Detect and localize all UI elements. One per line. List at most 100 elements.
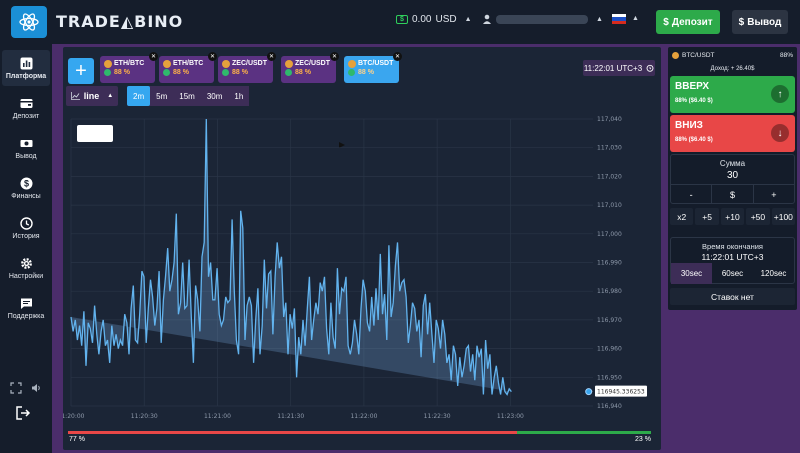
asset-tab-pct: 88 % — [173, 69, 189, 76]
sidebar-item-finance[interactable]: $ Финансы — [2, 170, 50, 206]
selected-asset-name: BTC/USDT — [682, 52, 715, 59]
balance-currency: USD — [435, 14, 457, 25]
asset-tab-pct: 88 % — [358, 69, 374, 76]
sound-icon[interactable] — [31, 383, 42, 393]
sidebar-item-label: Платформа — [5, 72, 47, 80]
asset-tab-pct: 88 % — [295, 69, 311, 76]
up-button[interactable]: ВВЕРХ 88% ($6.40 $) ↑ — [670, 76, 795, 113]
sidebar-item-settings[interactable]: Настройки — [2, 250, 50, 286]
timeframe-button[interactable]: 2m — [127, 86, 151, 106]
close-icon[interactable]: ✕ — [208, 52, 217, 61]
down-button[interactable]: ВНИЗ 88% ($6.40 $) ↓ — [670, 115, 795, 152]
timeframe-button[interactable]: 30m — [200, 86, 229, 106]
server-clock: 11:22:01 UTC+3 — [583, 60, 655, 76]
logo-icon[interactable] — [11, 6, 47, 38]
selected-asset-pct: 88% — [779, 52, 793, 59]
coin-icon — [348, 60, 356, 68]
expiry-box: Время окончания 11:22:01 UTC+3 30sec 60se… — [670, 237, 795, 284]
x-tick-label: 11:22:00 — [350, 413, 377, 420]
price-area — [71, 119, 512, 395]
sidebar-item-label: История — [12, 232, 40, 240]
balance-display[interactable]: $ 0.00 USD ▲ — [396, 14, 472, 25]
y-tick-label: 116,990 — [597, 260, 622, 267]
dollar-icon: $ — [20, 177, 32, 189]
expiry-tab[interactable]: 60sec — [712, 263, 753, 284]
asset-tab-name: ZEC/USDT — [295, 60, 330, 67]
fullscreen-icon[interactable] — [10, 382, 22, 394]
x-tick-label: 11:23:00 — [497, 413, 524, 420]
chart-type-select[interactable]: line ▲ — [66, 86, 118, 106]
arrow-up-icon: ↑ — [771, 85, 789, 103]
price-chart[interactable]: 117,040 117,030 117,020 117,010 117,000 116,9… — [63, 109, 661, 429]
sidebar-item-label: Настройки — [8, 272, 44, 280]
coin-icon — [285, 60, 293, 68]
y-tick-label: 116,950 — [597, 374, 622, 381]
multiplier-button[interactable]: +50 — [746, 208, 770, 225]
user-icon — [483, 14, 491, 24]
timeframe-button[interactable]: 5m — [150, 86, 174, 106]
amount-label: Сумма — [719, 159, 746, 168]
asset-tab[interactable]: BTC/USDT 88 % ✕ — [344, 52, 402, 83]
chevron-up-icon: ▲ — [632, 15, 639, 22]
coin-icon — [104, 69, 111, 76]
sidebar-item-platform[interactable]: Платформа — [2, 50, 50, 86]
sidebar-item-deposit[interactable]: Депозит — [2, 90, 50, 126]
user-menu[interactable]: ▲ — [482, 14, 603, 24]
amount-increase-button[interactable]: + — [754, 185, 794, 204]
svg-text:$: $ — [23, 178, 28, 188]
asset-tab-name: ZEC/USDT — [232, 60, 267, 67]
sidebar-item-history[interactable]: История — [2, 210, 50, 246]
sidebar-item-label: Вывод — [15, 152, 37, 160]
y-tick-label: 117,010 — [597, 202, 622, 209]
currency-button[interactable]: $ — [712, 185, 754, 204]
multiplier-button[interactable]: +100 — [771, 208, 796, 225]
sentiment-left-pct: 77 % — [69, 436, 85, 443]
timeframe-button[interactable]: 15m — [173, 86, 201, 106]
sidebar-item-support[interactable]: Поддержка — [2, 290, 50, 326]
amount-input[interactable]: 30 — [671, 170, 794, 181]
close-icon[interactable]: ✕ — [330, 52, 339, 61]
chevron-up-icon: ▲ — [596, 15, 603, 23]
dollar-icon: $ — [738, 16, 745, 28]
sentiment-bar-fill — [68, 431, 517, 434]
x-tick-label: 11:21:00 — [204, 413, 231, 420]
russian-flag-icon[interactable] — [612, 14, 626, 24]
y-tick-label: 117,030 — [597, 145, 622, 152]
asset-tab-name: ETH/BTC — [114, 60, 145, 67]
y-tick-label: 117,020 — [597, 173, 622, 180]
chevron-up-icon: ▲ — [107, 93, 114, 99]
expiry-tab[interactable]: 120sec — [753, 263, 794, 284]
withdraw-button[interactable]: $ Вывод — [732, 10, 788, 34]
sentiment-right-pct: 23 % — [635, 436, 651, 443]
deposit-button[interactable]: $ Депозит — [656, 10, 720, 34]
x-tick-label: 11:22:30 — [424, 413, 451, 420]
asset-tab[interactable]: ETH/BTC 88 % ✕ — [100, 52, 158, 83]
timeframe-button[interactable]: 1h — [228, 86, 250, 106]
add-asset-button[interactable]: + — [68, 58, 94, 84]
asset-tab-name: ETH/BTC — [173, 60, 204, 67]
chart-icon — [20, 57, 32, 69]
close-icon[interactable]: ✕ — [393, 52, 402, 61]
trade-panel: BTC/USDT 88% Доход: + 26.40$ ВВЕРХ 88% (… — [668, 47, 797, 310]
asset-tab[interactable]: ETH/BTC 88 % ✕ — [159, 52, 217, 83]
sidebar-item-withdraw[interactable]: Вывод — [2, 130, 50, 166]
asset-tab[interactable]: ZEC/USDT 88 % ✕ — [281, 52, 339, 83]
multiplier-button[interactable]: +10 — [720, 208, 745, 225]
coin-icon — [163, 69, 170, 76]
x-tick-label: 11:20:30 — [131, 413, 158, 420]
close-icon[interactable]: ✕ — [267, 52, 276, 61]
multiplier-button[interactable]: x2 — [670, 208, 694, 225]
amount-decrease-button[interactable]: - — [671, 185, 713, 204]
multiplier-button[interactable]: +5 — [695, 208, 719, 225]
y-tick-label: 117,040 — [597, 116, 622, 123]
logout-icon[interactable] — [16, 406, 31, 420]
wallet-icon — [20, 98, 32, 108]
chat-icon — [20, 298, 32, 309]
asset-tab[interactable]: ZEC/USDT 88 % ✕ — [218, 52, 276, 83]
current-price-value: 116945.336253 — [597, 389, 645, 396]
chart-panel: + ETH/BTC 88 % ✕ ETH/BTC 88 % ✕ ZEC/USDT 88 % ✕ Z… — [63, 47, 661, 450]
sidebar-item-label: Финансы — [11, 192, 41, 200]
expiry-tab[interactable]: 30sec — [671, 263, 712, 284]
close-icon[interactable]: ✕ — [149, 52, 158, 61]
y-tick-label: 116,940 — [597, 403, 622, 410]
